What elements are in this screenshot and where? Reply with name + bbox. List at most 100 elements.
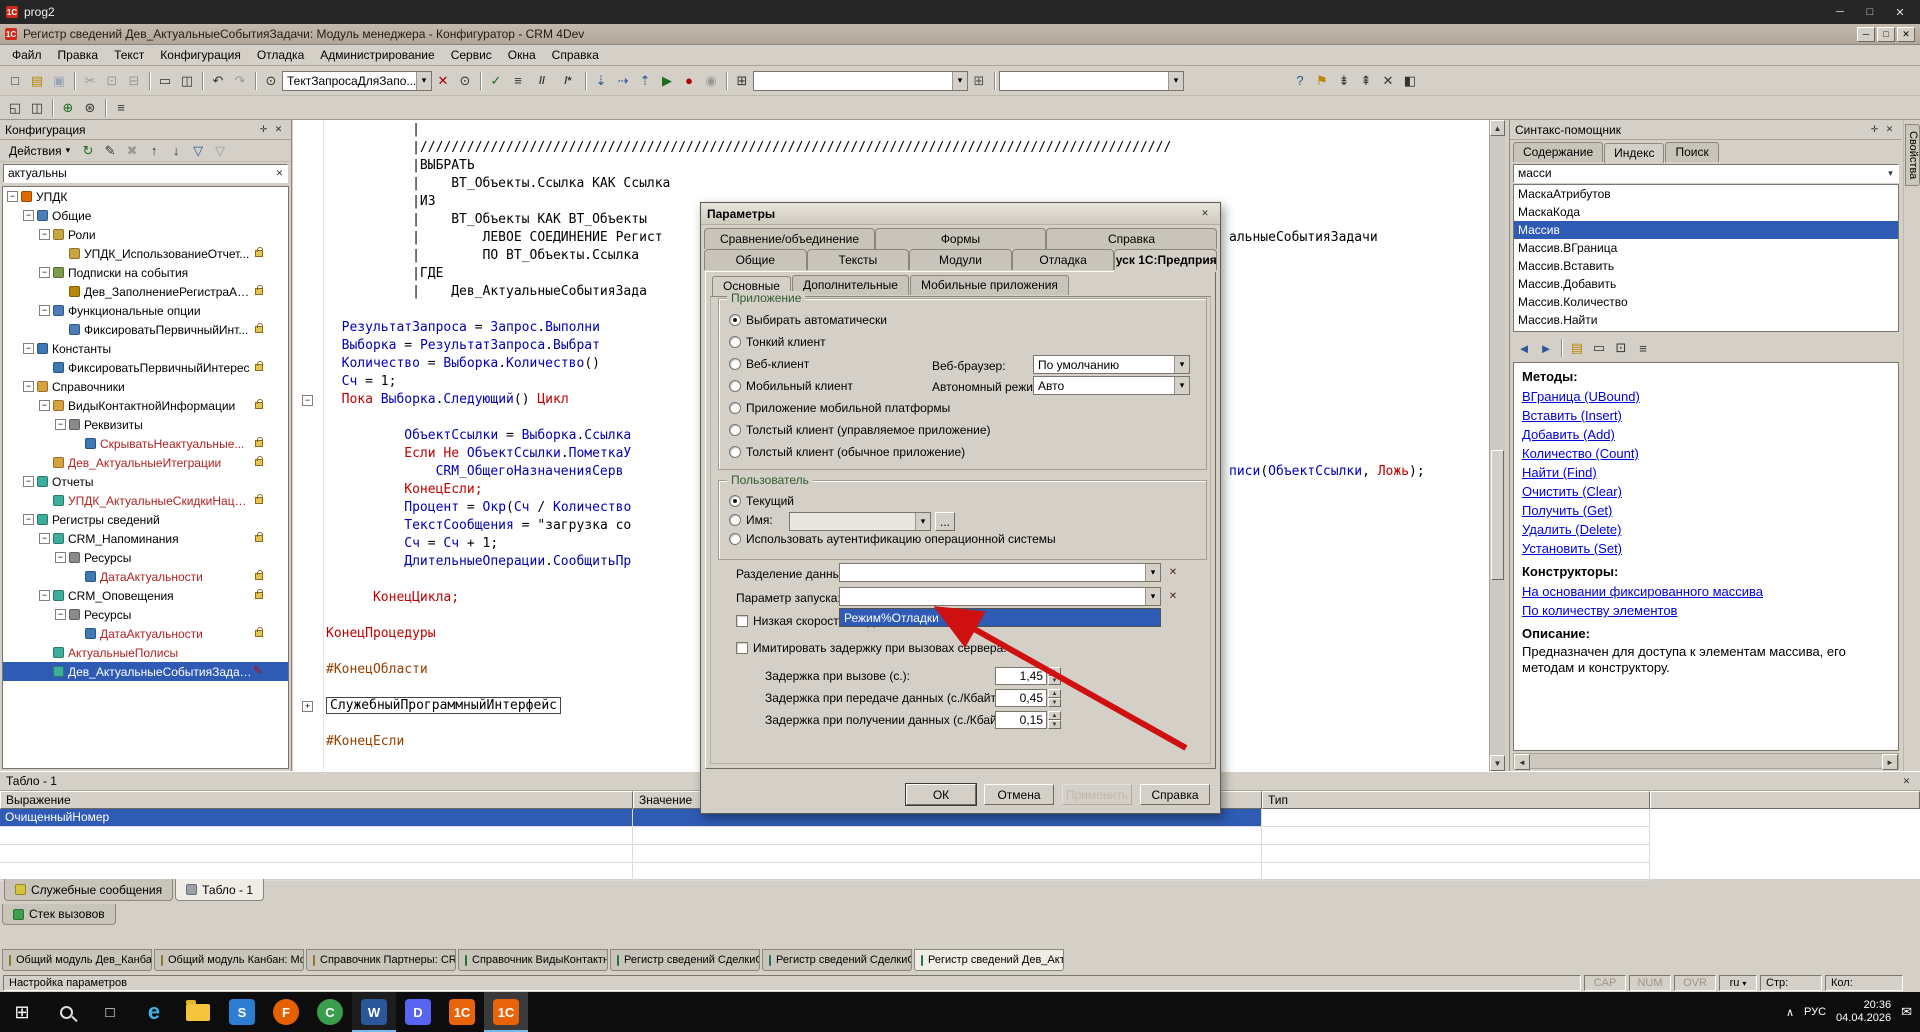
ok-button[interactable]: ОК (906, 784, 976, 805)
configuration-tree[interactable]: −УПДК−Общие−РолиУПДК_ИспользованиеОтчет.… (2, 186, 289, 769)
syntax-index-list[interactable]: МаскаАтрибутовМаскаКодаМассивМассив.ВГра… (1513, 184, 1899, 332)
tree-item-8[interactable]: −Константы (3, 339, 288, 358)
window-tab-2[interactable]: Справочник Партнеры: CRM... (306, 949, 456, 971)
explorer-icon[interactable] (176, 992, 220, 1032)
menu-item-6[interactable]: Сервис (443, 46, 500, 64)
undo-icon[interactable]: ↶ (207, 70, 229, 92)
bottom-tab-0[interactable]: Служебные сообщения (4, 879, 173, 901)
method-link-4[interactable]: Найти (Find) (1522, 463, 1890, 482)
app-maximize-button[interactable]: □ (1877, 27, 1895, 42)
tray-expand-icon[interactable]: ∧ (1786, 1006, 1794, 1019)
redo-icon[interactable]: ↷ (229, 70, 251, 92)
scroll-left-icon[interactable]: ◄ (1514, 754, 1530, 770)
constructor-link-1[interactable]: По количеству элементов (1522, 601, 1890, 620)
uncomment-icon[interactable]: /* (555, 70, 581, 92)
pin-icon[interactable]: ✛ (1867, 123, 1882, 137)
editor-vertical-scrollbar[interactable]: ▲ ▼ (1489, 120, 1505, 771)
tab-общие[interactable]: Общие (704, 249, 807, 270)
tree-item-23[interactable]: ДатаАктуальности (3, 624, 288, 643)
close-window-icon[interactable]: ✕ (1377, 70, 1399, 92)
method-link-6[interactable]: Получить (Get) (1522, 501, 1890, 520)
tree-expander-icon[interactable]: − (39, 305, 50, 316)
close-icon[interactable]: ✕ (1899, 774, 1914, 788)
app-minimize-button[interactable]: ─ (1857, 27, 1875, 42)
breakpoints-disable-icon[interactable]: ◉ (700, 70, 722, 92)
paste-icon[interactable]: ⊟ (123, 70, 145, 92)
tree-item-2[interactable]: −Роли (3, 225, 288, 244)
tab-мобильные-приложения[interactable]: Мобильные приложения (910, 275, 1069, 295)
tree-expander-icon[interactable]: − (55, 419, 66, 430)
data-separation-clear-icon[interactable]: ✕ (1165, 564, 1181, 580)
menu-item-5[interactable]: Администрирование (312, 46, 442, 64)
window-tab-1[interactable]: Общий модуль Канбан: Мод... (154, 949, 304, 971)
tree-item-9[interactable]: ФиксироватьПервичныйИнтерес (3, 358, 288, 377)
pin-icon[interactable]: ✛ (256, 123, 271, 137)
menu-item-8[interactable]: Справка (544, 46, 607, 64)
tree-expander-icon[interactable]: − (7, 191, 18, 202)
syn-copy-icon[interactable]: ⊡ (1610, 337, 1632, 359)
window-tab-0[interactable]: Общий модуль Дев_Канбан... (2, 949, 152, 971)
web-browser-combo[interactable]: По умолчанию ▾ (1033, 355, 1190, 374)
window-tab-3[interactable]: Справочник ВидыКонтактно... (458, 949, 608, 971)
chevron-down-icon[interactable]: ▾ (1883, 167, 1898, 181)
calc-icon[interactable]: ⊞ (968, 70, 990, 92)
watch-column-0[interactable]: Выражение (0, 791, 633, 809)
evaluate-expression-icon[interactable]: ⊞ (731, 70, 753, 92)
tree-item-0[interactable]: −УПДК (3, 187, 288, 206)
window-tab-5[interactable]: Регистр сведений СделкиО... (762, 949, 912, 971)
tree-item-14[interactable]: Дев_АктуальныеИтеграции (3, 453, 288, 472)
radio-auto[interactable]: Выбирать автоматически (729, 313, 887, 327)
close-icon[interactable]: ✕ (271, 123, 286, 137)
launch-parameter-combo[interactable]: ▾ (839, 587, 1161, 606)
offline-mode-combo[interactable]: Авто ▾ (1033, 376, 1190, 395)
bookmark-prev-icon[interactable]: ⇞ (1355, 70, 1377, 92)
bookmark-next-icon[interactable]: ⇟ (1333, 70, 1355, 92)
index-item-7[interactable]: Массив.Найти (1514, 311, 1898, 329)
tree-item-12[interactable]: −Реквизиты (3, 415, 288, 434)
index-item-5[interactable]: Массив.Добавить (1514, 275, 1898, 293)
menu-item-1[interactable]: Правка (50, 46, 107, 64)
cfg-filter-clear-icon[interactable]: ▽ (209, 140, 231, 162)
debug-expression-combo[interactable]: ▾ (753, 71, 968, 91)
index-item-1[interactable]: МаскаКода (1514, 203, 1898, 221)
method-link-5[interactable]: Очистить (Clear) (1522, 482, 1890, 501)
tray-clock[interactable]: 20:36 04.04.2026 (1836, 999, 1891, 1025)
step-out-icon[interactable]: ⇡ (634, 70, 656, 92)
delay-input-1[interactable]: 0,45 (995, 689, 1047, 707)
method-link-3[interactable]: Количество (Count) (1522, 444, 1890, 463)
vm-close-button[interactable]: ✕ (1886, 2, 1914, 22)
tab-тексты[interactable]: Тексты (807, 249, 910, 270)
find-clear-icon[interactable]: ✕ (432, 70, 454, 92)
tree-expander-icon[interactable]: − (39, 267, 50, 278)
word-icon[interactable]: W (352, 992, 396, 1032)
radio-current-user[interactable]: Текущий (729, 494, 794, 508)
cfg-refresh-icon[interactable]: ↻ (77, 140, 99, 162)
tree-item-18[interactable]: −CRM_Напоминания (3, 529, 288, 548)
syn-forward-icon[interactable]: ► (1535, 337, 1557, 359)
tree-expander-icon[interactable]: − (55, 552, 66, 563)
continue-icon[interactable]: ▶ (656, 70, 678, 92)
comment-icon[interactable]: // (529, 70, 555, 92)
cfg-delete-icon[interactable]: ✖ (121, 140, 143, 162)
syntax-check-icon[interactable]: ✓ (485, 70, 507, 92)
windows-panel-icon[interactable]: ◱ (4, 97, 26, 119)
language-indicator[interactable]: ru ▾ (1719, 975, 1757, 991)
bookmark-icon[interactable]: ⚑ (1311, 70, 1333, 92)
tab-модули[interactable]: Модули (909, 249, 1012, 270)
help-button[interactable]: Справка (1140, 784, 1210, 805)
syn-print-icon[interactable]: ▭ (1588, 337, 1610, 359)
cancel-button[interactable]: Отмена (984, 784, 1054, 805)
menu-item-7[interactable]: Окна (500, 46, 544, 64)
save-icon[interactable]: ▣ (48, 70, 70, 92)
1c-icon[interactable]: 1С (440, 992, 484, 1032)
store-icon[interactable]: S (220, 992, 264, 1032)
radio-thick-managed[interactable]: Толстый клиент (управляемое приложение) (729, 423, 990, 437)
tree-item-19[interactable]: −Ресурсы (3, 548, 288, 567)
index-item-0[interactable]: МаскаАтрибутов (1514, 185, 1898, 203)
tree-expander-icon[interactable]: − (23, 343, 34, 354)
format-block-icon[interactable]: ≡ (507, 70, 529, 92)
web-service-icon[interactable]: ⊛ (79, 97, 101, 119)
fold-marker-icon[interactable]: + (302, 701, 313, 712)
dropdown-item[interactable]: Режим%Отладки (840, 609, 1160, 626)
cfg-move-down-icon[interactable]: ↓ (165, 140, 187, 162)
